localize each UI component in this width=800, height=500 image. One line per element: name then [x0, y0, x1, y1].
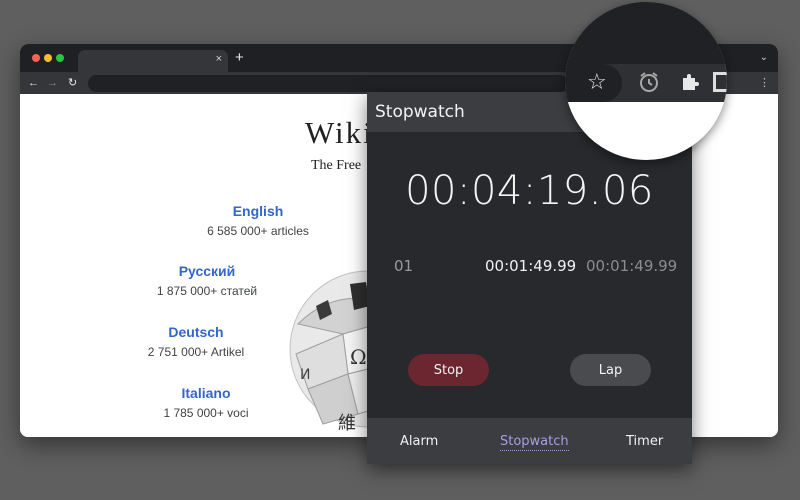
stopwatch-display: 00:04:19.06 [405, 168, 654, 214]
language-german[interactable]: Deutsch 2 751 000+ Artikel [106, 323, 286, 360]
stop-button[interactable]: Stop [408, 354, 489, 386]
new-tab-button[interactable]: + [235, 50, 244, 66]
lap-button[interactable]: Lap [570, 354, 651, 386]
svg-text:維: 維 [338, 413, 356, 434]
language-count: 2 751 000+ Artikel [147, 345, 245, 359]
tab-timer[interactable]: Timer [626, 434, 663, 449]
language-count: 1 785 000+ voci [163, 406, 249, 420]
language-russian[interactable]: Русский 1 875 000+ статей [117, 262, 297, 299]
language-name[interactable]: Deutsch [106, 323, 286, 341]
lap-time: 00:01:49.99 [485, 257, 577, 275]
popup-bottom-nav: Alarm Stopwatch Timer [367, 418, 692, 464]
language-name[interactable]: English [168, 202, 348, 220]
browser-menu-icon[interactable]: ⋮ [759, 75, 770, 91]
svg-text:Ω: Ω [350, 345, 367, 369]
tab-alarm[interactable]: Alarm [400, 434, 438, 449]
close-tab-icon[interactable]: × [216, 53, 222, 65]
close-window-button[interactable] [32, 54, 40, 62]
alarm-clock-icon[interactable] [637, 70, 661, 94]
back-icon[interactable]: ← [28, 75, 39, 91]
side-panel-icon[interactable] [713, 72, 727, 92]
language-name[interactable]: Русский [117, 262, 297, 280]
forward-icon[interactable]: → [47, 75, 58, 91]
toolbar-zoom-magnifier: ☆ ⋮ [565, 2, 727, 160]
reload-icon[interactable]: ↻ [68, 75, 77, 91]
language-name[interactable]: Italiano [116, 384, 296, 402]
puzzle-icon[interactable] [679, 70, 703, 94]
lap-total-time: 00:01:49.99 [586, 257, 678, 275]
language-count: 6 585 000+ articles [207, 224, 309, 238]
language-italian[interactable]: Italiano 1 785 000+ voci [116, 384, 296, 421]
tab-stopwatch[interactable]: Stopwatch [500, 434, 569, 451]
language-count: 1 875 000+ статей [156, 284, 258, 298]
lap-index: 01 [394, 257, 414, 275]
browser-tab[interactable]: × [78, 50, 228, 72]
address-bar[interactable] [88, 75, 568, 92]
star-icon[interactable]: ☆ [587, 69, 607, 95]
wikipedia-tagline: The Free [311, 158, 362, 173]
minimize-window-button[interactable] [44, 54, 52, 62]
language-english[interactable]: English 6 585 000+ articles [168, 202, 348, 239]
tab-search-icon[interactable]: ⌄ [760, 52, 768, 63]
svg-text:И: И [300, 367, 310, 383]
maximize-window-button[interactable] [56, 54, 64, 62]
wikipedia-wordmark: Wiki [305, 115, 374, 150]
magnified-tab-strip [565, 2, 727, 64]
popup-title: Stopwatch [375, 102, 465, 122]
lap-row: 01 00:01:49.99 00:01:49.99 [367, 255, 692, 277]
